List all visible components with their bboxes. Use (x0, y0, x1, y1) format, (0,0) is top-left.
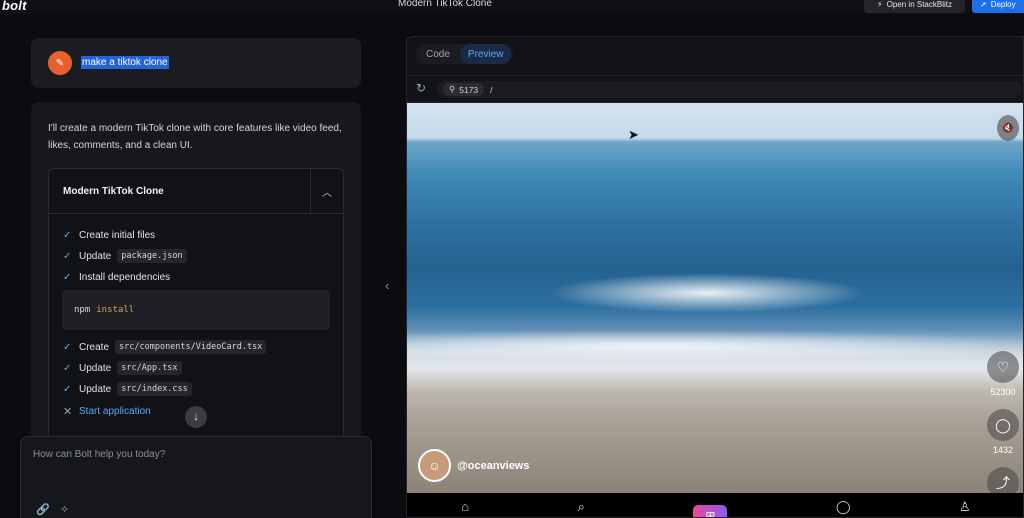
port-number: 5173 (459, 84, 479, 95)
chevron-up-icon: ︿ (322, 188, 332, 199)
file-path: src/App.tsx (117, 361, 182, 375)
check-icon: ✓ (63, 229, 72, 241)
project-title: Modern TikTok Clone (398, 0, 492, 9)
collapse-artifact-button[interactable]: ︿ (310, 169, 343, 214)
tab-code[interactable]: Code (418, 44, 458, 64)
command-arg: install (96, 305, 135, 315)
heart-icon: ♡ (996, 358, 1010, 375)
view-tabs: Code Preview (416, 44, 514, 64)
share-icon: ⤴ (996, 475, 1010, 491)
mouse-cursor-icon: ➤ (628, 127, 639, 142)
port-badge[interactable]: ⚲ 5173 (443, 83, 485, 96)
video-player[interactable]: ➤ 🔇 ♡ 52300 ◯ 1432 ⤴ ☺ @oceanviews (407, 103, 1023, 493)
check-icon: ✓ (63, 362, 72, 374)
command-name: npm (74, 305, 91, 315)
inbox-icon[interactable]: ◯ (836, 499, 851, 515)
sparkle-icon[interactable]: ✧ (60, 503, 69, 516)
step-create-initial-files: ✓ Create initial files (63, 229, 156, 241)
url-field[interactable]: ⚲ 5173 / (437, 81, 1022, 98)
like-button[interactable]: ♡ (987, 351, 1019, 383)
rocket-icon: ➚ (980, 0, 987, 9)
scroll-to-bottom-button[interactable]: ↓ (185, 406, 207, 428)
link-icon[interactable]: 🔗 (36, 503, 50, 516)
artifact-card: Modern TikTok Clone ︿ ✓ Create initial f… (48, 168, 344, 442)
app-bottom-nav: ⌂ ⌕ ⊞ ◯ ♙ (407, 493, 1023, 518)
speaker-muted-icon: 🔇 (1001, 122, 1015, 134)
creator-info[interactable]: ☺ @oceanviews (418, 449, 529, 482)
like-count: 52300 (990, 387, 1016, 397)
deploy-button[interactable]: ➚ Deploy (972, 0, 1024, 13)
stackblitz-label: Open in StackBlitz (886, 0, 952, 9)
home-icon[interactable]: ⌂ (461, 499, 469, 514)
video-actions: ♡ 52300 ◯ 1432 ⤴ (985, 351, 1021, 493)
profile-icon[interactable]: ♙ (959, 499, 971, 515)
comment-icon: ◯ (995, 416, 1011, 433)
file-path: package.json (117, 249, 187, 263)
check-icon: ✓ (63, 250, 72, 262)
creator-username[interactable]: @oceanviews (457, 460, 529, 472)
bolt-icon: ⚡ (877, 0, 883, 9)
search-icon[interactable]: ⌕ (578, 499, 585, 515)
chevron-left-icon[interactable]: ‹ (385, 278, 389, 293)
mute-button[interactable]: 🔇 (997, 115, 1019, 141)
file-path: src/index.css (117, 382, 192, 396)
assistant-message: I'll create a modern TikTok clone with c… (31, 102, 361, 442)
user-message-text: make a tiktok clone (81, 56, 169, 69)
close-icon: ✕ (63, 405, 73, 418)
creator-avatar[interactable]: ☺ (418, 449, 451, 482)
artifact-header[interactable]: Modern TikTok Clone ︿ (49, 169, 343, 214)
tab-preview[interactable]: Preview (459, 44, 512, 64)
step-update-app: ✓ Update src/App.tsx (63, 360, 182, 376)
plus-icon: ⊞ (705, 509, 716, 518)
wave-foam (547, 273, 867, 313)
share-button[interactable]: ⤴ (987, 467, 1019, 493)
url-path: / (490, 84, 493, 95)
step-install-dependencies: ✓ Install dependencies (63, 271, 171, 283)
add-video-button[interactable]: ⊞ (693, 505, 728, 518)
open-in-stackblitz-button[interactable]: ⚡ Open in StackBlitz (864, 0, 965, 13)
check-icon: ✓ (63, 341, 72, 353)
plug-icon: ⚲ (449, 84, 456, 94)
step-start-application[interactable]: ✕ Start application (63, 403, 151, 419)
user-avatar: ✎ (48, 51, 72, 75)
bolt-logo[interactable]: bolt (2, 0, 27, 13)
check-icon: ✓ (63, 383, 72, 395)
reload-icon[interactable]: ↻ (416, 81, 426, 95)
assistant-message-text: I'll create a modern TikTok clone with c… (48, 123, 342, 151)
top-bar: bolt Modern TikTok Clone ⚡ Open in Stack… (0, 0, 1024, 14)
check-icon: ✓ (63, 271, 72, 283)
prompt-input[interactable] (33, 449, 353, 460)
artifact-title: Modern TikTok Clone (63, 186, 164, 197)
command-block: npm install (62, 290, 330, 330)
shore-foam (407, 331, 1023, 361)
deploy-label: Deploy (990, 0, 1016, 9)
comment-button[interactable]: ◯ (987, 409, 1019, 441)
arrow-down-icon: ↓ (193, 411, 199, 423)
step-update-package-json: ✓ Update package.json (63, 248, 187, 264)
preview-url-bar: ↻ ⚲ 5173 / (407, 75, 1023, 103)
prompt-box: 🔗 ✧ (20, 436, 372, 518)
user-message: ✎ make a tiktok clone (31, 38, 361, 88)
preview-panel: Code Preview ↻ ⚲ 5173 / ➤ 🔇 ♡ 52300 ◯ 14… (406, 36, 1024, 518)
file-path: src/components/VideoCard.tsx (115, 340, 267, 354)
comment-count: 1432 (992, 445, 1014, 455)
step-create-videocard: ✓ Create src/components/VideoCard.tsx (63, 339, 267, 355)
step-update-index-css: ✓ Update src/index.css (63, 381, 192, 397)
